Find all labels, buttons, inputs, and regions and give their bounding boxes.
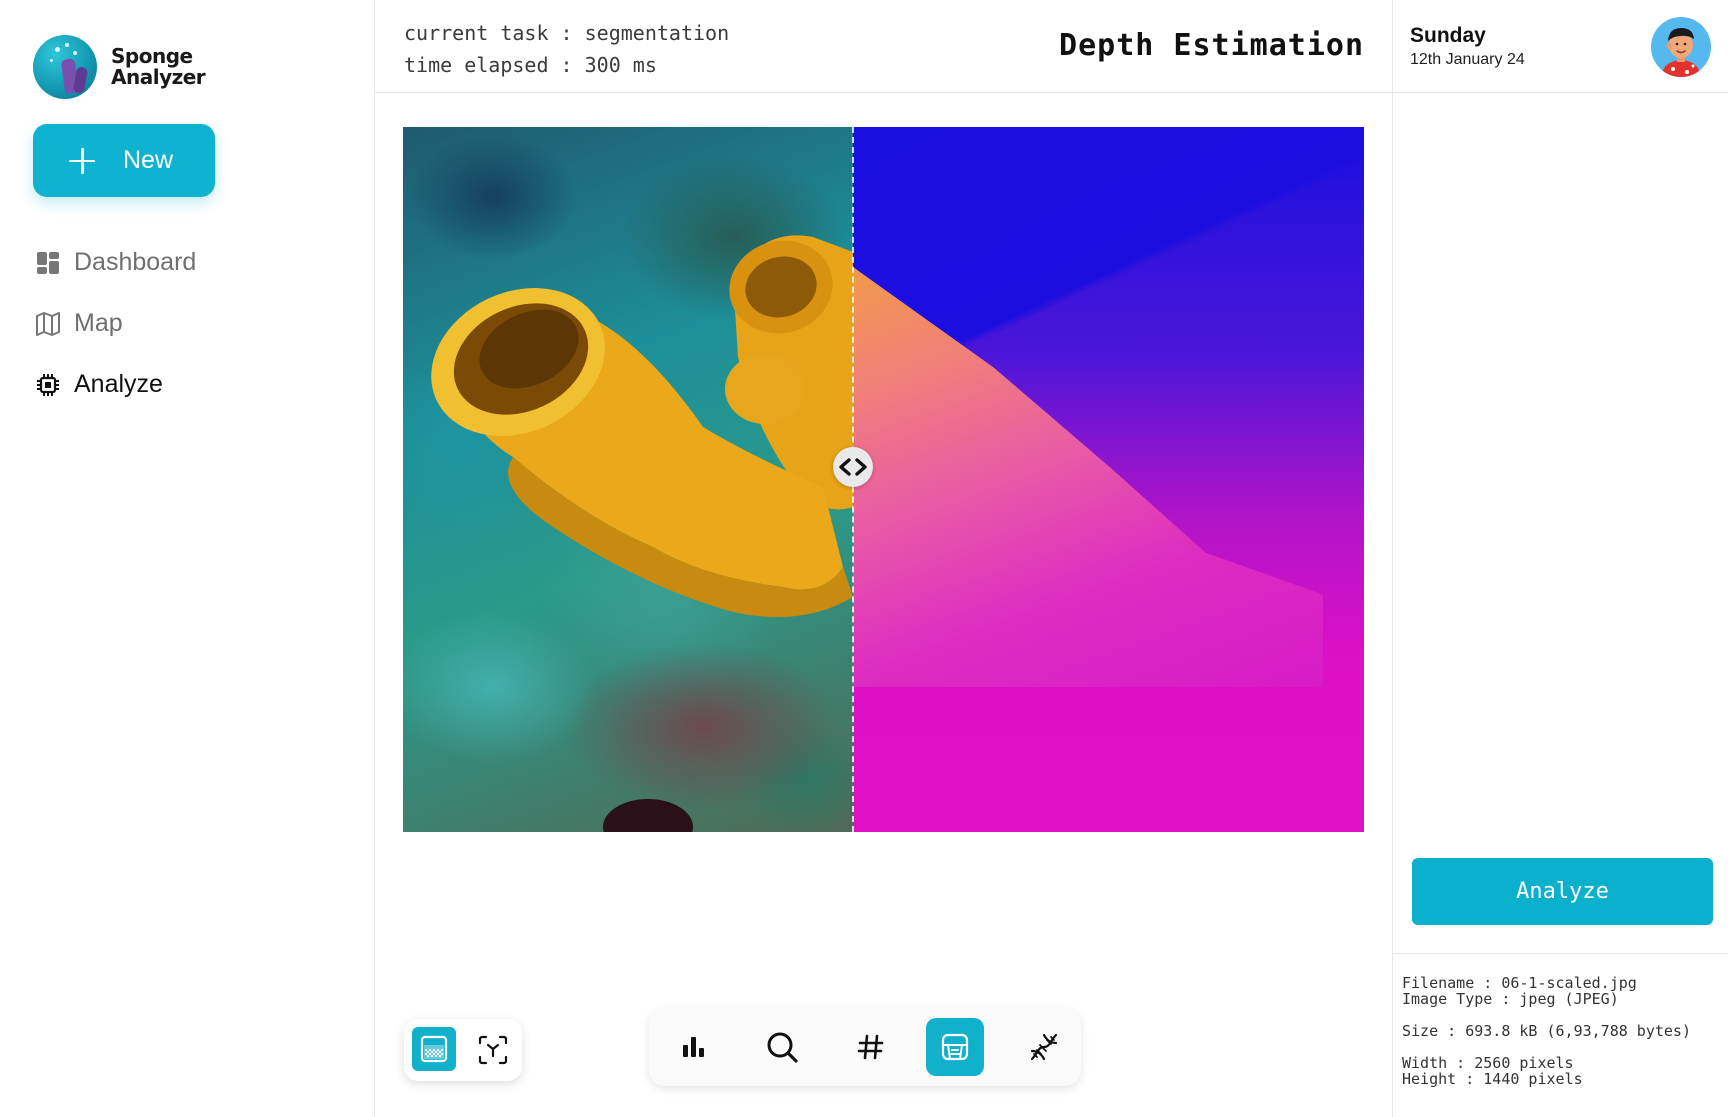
sidebar-item-label: Dashboard [74,248,197,276]
focus-frame-button[interactable] [464,1021,522,1079]
gradient-image-icon [420,1035,448,1063]
meta-image-type: Image Type : jpeg (JPEG) [1402,990,1619,1008]
bar-chart-icon [683,1037,704,1057]
count-button[interactable] [842,1018,900,1076]
brand-name: Sponge Analyzer [111,44,206,89]
current-task: current task : segmentation [404,21,730,45]
date-label: 12th January 24 [1410,51,1525,68]
right-panel: Sunday 12th January 24 Analyze Filename … [1392,0,1728,1117]
dna-button[interactable] [1015,1018,1073,1076]
sidebar-item-dashboard[interactable]: Dashboard [35,232,196,293]
view-toggle [404,1019,522,1081]
depth-map [853,127,1364,832]
sidebar-item-label: Analyze [74,370,163,398]
analysis-toolbar [649,1008,1081,1086]
image-compare-viewer[interactable] [403,127,1364,832]
panel-divider [1393,953,1728,954]
image-metadata: Filename : 06-1-scaled.jpg Image Type : … [1402,975,1691,1087]
page-title: Depth Estimation [1059,28,1364,63]
meta-width: Width : 2560 pixels [1402,1054,1574,1072]
avatar[interactable] [1651,17,1711,77]
hash-icon [857,1034,884,1060]
sidebar-item-label: Map [74,309,123,337]
chip-icon [35,372,61,398]
date-header: Sunday 12th January 24 [1393,0,1728,93]
dashboard-icon [35,250,61,276]
focus-frame-icon [478,1035,508,1065]
header: current task : segmentation time elapsed… [374,0,1392,93]
sidebar: Sponge Analyzer New Dashboard Map Analyz… [0,0,375,1117]
day-label: Sunday [1410,24,1486,47]
compare-slider-handle[interactable] [833,447,873,487]
brand-name-line2: Analyzer [111,65,206,89]
sidebar-nav: Dashboard Map Analyze [35,232,196,415]
sidebar-item-map[interactable]: Map [35,293,196,354]
brand-name-line1: Sponge [111,44,193,68]
new-button[interactable]: New [33,124,215,197]
analyze-button[interactable]: Analyze [1412,858,1713,925]
search-icon [767,1032,798,1063]
depth-view-button[interactable] [926,1018,984,1076]
meta-size: Size : 693.8 kB (6,93,788 bytes) [1402,1022,1691,1040]
meta-height: Height : 1440 pixels [1402,1070,1583,1088]
meta-filename: Filename : 06-1-scaled.jpg [1402,974,1637,992]
sponge-reef-photo [403,127,853,832]
gradient-image-button[interactable] [412,1027,456,1071]
map-icon [35,311,61,337]
brand[interactable]: Sponge Analyzer [33,35,206,99]
plus-icon [69,147,95,174]
time-elapsed: time elapsed : 300 ms [404,53,657,77]
chevrons-left-right-icon [839,458,867,476]
sidebar-item-analyze[interactable]: Analyze [35,354,196,415]
task-status: current task : segmentation time elapsed… [404,17,729,81]
sponge-logo-icon [33,35,97,99]
chart-button[interactable] [665,1018,723,1076]
dna-icon [1030,1033,1058,1061]
search-button[interactable] [753,1018,811,1076]
new-button-label: New [123,146,174,174]
depth-view-icon [941,1033,969,1061]
